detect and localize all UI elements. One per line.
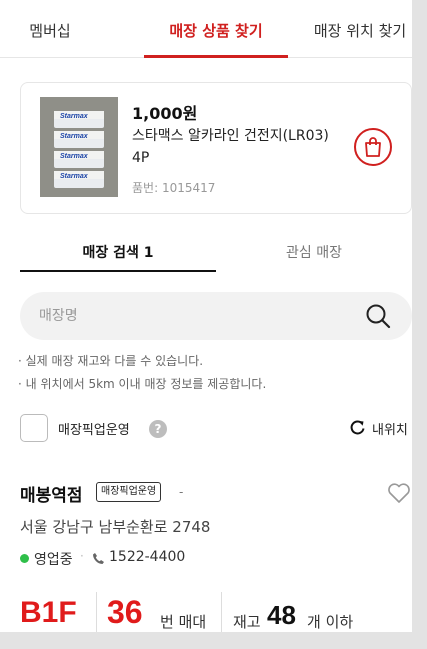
notice-item: · 실제 매장 재고와 다를 수 있습니다. [18,354,204,368]
notice-item: · 내 위치에서 5km 이내 매장 정보를 제공합니다. [18,377,267,391]
phone-icon [93,553,104,564]
product-thumbnail: Starmax Starmax Starmax Starmax [40,97,118,197]
open-status-dot [20,554,29,563]
battery-image: Starmax [54,171,104,188]
store-search-box [20,292,412,340]
tab-favorite-stores[interactable]: 관심 매장 [216,236,412,272]
divider [221,592,222,632]
search-icon[interactable] [365,303,391,329]
pickup-badge: 매장픽업운영 [96,482,162,502]
screen-edge [412,0,427,649]
app-screen: 멤버십 매장 상품 찾기 매장 위치 찾기 Starmax Starmax St… [0,0,412,632]
battery-image: Starmax [54,151,104,168]
store-status: 영업중 [34,552,73,568]
store-floor: B1F [20,596,77,629]
refresh-icon [350,420,365,435]
tab-store-location-search[interactable]: 매장 위치 찾기 [300,14,412,58]
my-location-label: 내위치 [372,423,408,438]
store-phone[interactable]: 1522-4400 [109,549,185,565]
shopping-bag-icon [365,137,381,157]
pickup-filter-row: 매장픽업운영 ? 내위치 [20,414,412,444]
store-tab-bar: 매장 검색 1 관심 매장 [20,236,412,272]
store-address: 서울 강남구 남부순환로 2748 [20,518,211,536]
bay-unit: 번 매대 [160,613,207,631]
screen-edge [0,632,427,649]
product-price: 1,000원 [132,104,198,123]
tab-store-search[interactable]: 매장 검색 1 [20,236,216,272]
tab-store-product-search[interactable]: 매장 상품 찾기 [144,14,288,58]
top-tab-bar: 멤버십 매장 상품 찾기 매장 위치 찾기 [0,14,412,58]
stock-count: 48 [267,600,296,630]
notice-list: · 실제 매장 재고와 다를 수 있습니다. · 내 위치에서 5km 이내 매… [18,350,408,396]
battery-image: Starmax [54,131,104,148]
tab-membership[interactable]: 멤버십 [0,14,100,58]
stock-label: 재고 [233,613,261,631]
separator-dot: · [80,549,84,563]
bay-number: 36 [107,594,143,630]
store-search-input[interactable] [39,306,339,326]
divider [96,592,97,632]
add-to-bag-button[interactable] [354,128,392,166]
heart-icon[interactable] [387,482,411,504]
pickup-label: 매장픽업운영 [58,423,130,438]
battery-image: Starmax [54,111,104,128]
store-distance: - [179,485,184,499]
product-card: Starmax Starmax Starmax Starmax 1,000원 스… [20,82,412,214]
product-code: 품번: 1015417 [132,181,216,195]
help-icon[interactable]: ? [149,420,167,438]
product-name: 스타맥스 알카라인 건전지(LR03) 4P [132,128,329,166]
pickup-checkbox[interactable] [20,414,48,442]
store-name[interactable]: 매봉역점 [20,481,83,506]
stock-unit: 개 이하 [307,613,354,631]
